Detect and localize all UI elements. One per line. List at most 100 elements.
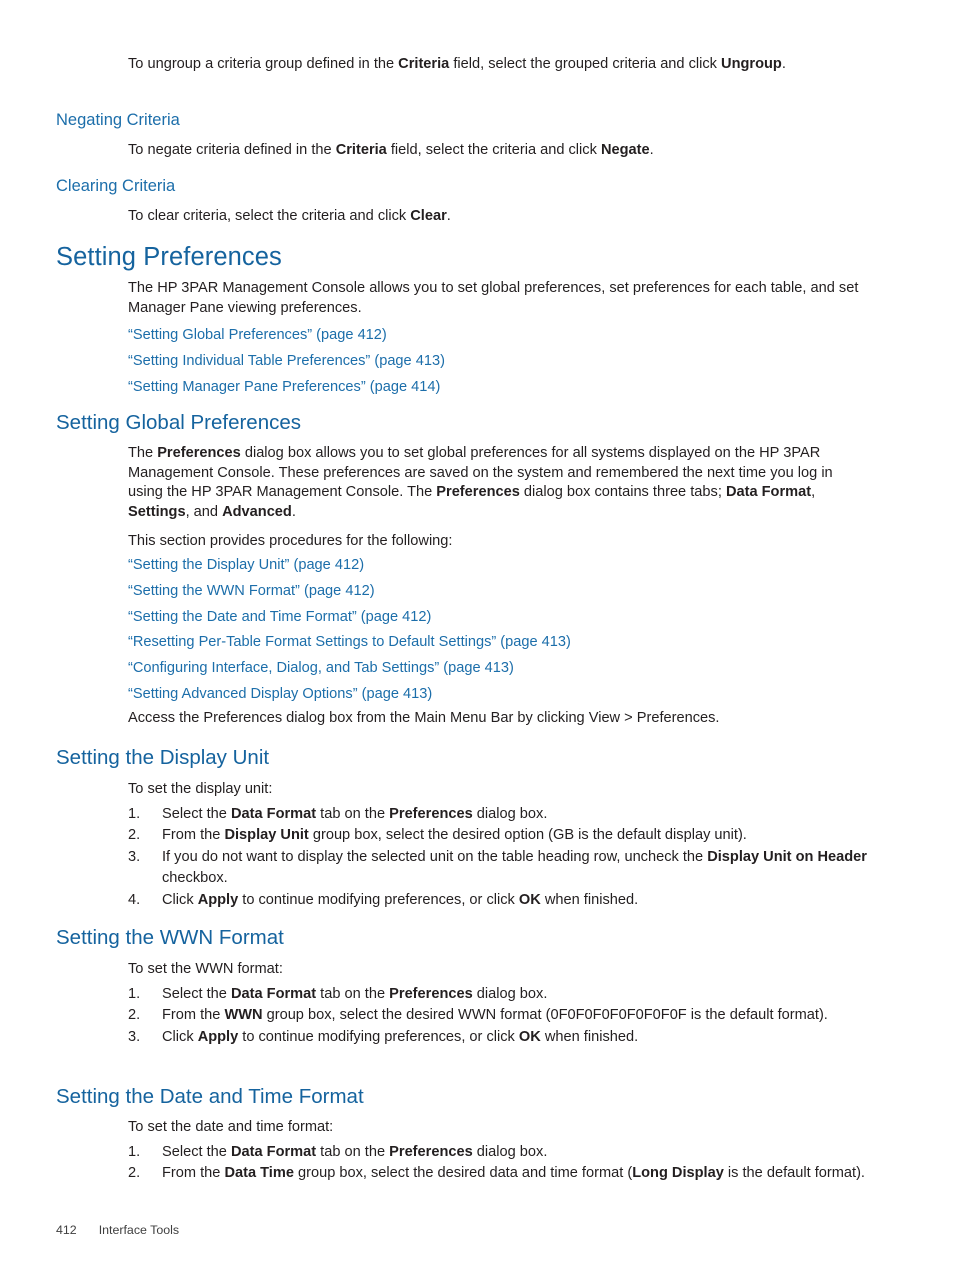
setting-wwn-format-body: To set the WWN format: 1. Select the Data…	[128, 960, 870, 1048]
setting-display-unit-body: To set the display unit: 1. Select the Da…	[128, 780, 870, 911]
step-text-a: Click	[162, 891, 198, 908]
date-time-format-steps: 1. Select the Data Format tab on the Pref…	[128, 1142, 870, 1185]
ungroup-text-3: .	[781, 56, 786, 72]
gp-text-e: ,	[811, 484, 816, 500]
data-format-bold: Data Format	[725, 484, 812, 500]
setting-wwn-format-heading-block: Setting the WWN Format	[56, 925, 870, 950]
setting-preferences-heading-block: Setting Preferences	[56, 242, 870, 272]
step-number: 2.	[128, 1007, 141, 1024]
preferences-bold-1: Preferences	[157, 445, 241, 461]
heading-setting-the-wwn-format: Setting the WWN Format	[56, 926, 284, 949]
xref-setting-individual-table-preferences[interactable]: “Setting Individual Table Preferences” (…	[128, 349, 870, 375]
preferences-bold-2: Preferences	[436, 484, 520, 500]
step-number: 3.	[128, 1028, 141, 1045]
step-text-a: From the	[162, 1165, 225, 1182]
footer-page-number: 412	[56, 1223, 77, 1237]
wwn-format-lead: To set the WWN format:	[128, 961, 283, 977]
step-number: 4.	[128, 891, 141, 908]
xref-resetting-per-table-format-settings[interactable]: “Resetting Per-Table Format Settings to …	[128, 630, 870, 656]
step-bold-2: OK	[518, 891, 541, 908]
list-item: 1. Select the Data Format tab on the Pref…	[128, 1142, 870, 1164]
step-bold-1: Data Format	[230, 985, 317, 1002]
negating-criteria-heading-block: Negating Criteria	[56, 110, 870, 131]
step-text-c: to continue modifying preferences, or cl…	[238, 891, 519, 908]
footer-chapter-title: Interface Tools	[98, 1223, 180, 1237]
step-bold-2: Preferences	[389, 1143, 473, 1160]
setting-global-preferences-body: The Preferences dialog box allows you to…	[128, 444, 870, 552]
step-text-a: Select the	[162, 985, 231, 1002]
list-item: 3. Click Apply to continue modifying pref…	[128, 1027, 870, 1049]
step-text-c: group box, select the desired option (GB…	[308, 827, 747, 844]
step-bold-1: Data Format	[230, 805, 317, 822]
step-text-d: is the default format).	[723, 1165, 865, 1182]
heading-setting-preferences: Setting Preferences	[56, 243, 282, 271]
xref-setting-wwn-format[interactable]: “Setting the WWN Format” (page 412)	[128, 579, 870, 605]
step-text-d: dialog box.	[472, 805, 548, 822]
access-preferences-paragraph: Access the Preferences dialog box from t…	[128, 710, 720, 726]
global-preferences-paragraph: The Preferences dialog box allows you to…	[128, 444, 870, 522]
wwn-format-steps: 1. Select the Data Format tab on the Pref…	[128, 984, 870, 1049]
heading-setting-the-date-and-time-format: Setting the Date and Time Format	[56, 1085, 364, 1108]
step-number: 1.	[128, 985, 141, 1002]
list-item: 1. Select the Data Format tab on the Pref…	[128, 804, 870, 826]
clearing-text-2: .	[446, 208, 451, 224]
clearing-criteria-body: To clear criteria, select the criteria a…	[128, 207, 870, 227]
setting-preferences-links: “Setting Global Preferences” (page 412) …	[128, 323, 870, 400]
step-text-a: Select the	[162, 805, 231, 822]
global-preferences-procedures-lead: This section provides procedures for the…	[128, 533, 453, 549]
advanced-bold: Advanced	[222, 503, 292, 520]
step-bold-1: Display Unit	[224, 827, 309, 844]
heading-clearing-criteria: Clearing Criteria	[56, 177, 176, 195]
setting-display-unit-heading-block: Setting the Display Unit	[56, 745, 870, 770]
gp-text-a: The	[128, 445, 158, 461]
xref-setting-advanced-display-options[interactable]: “Setting Advanced Display Options” (page…	[128, 682, 870, 708]
setting-global-preferences-access: Access the Preferences dialog box from t…	[128, 709, 870, 729]
date-time-format-lead: To set the date and time format:	[128, 1119, 334, 1135]
display-unit-lead: To set the display unit:	[128, 781, 273, 797]
step-text-a: From the	[162, 827, 225, 844]
setting-global-preferences-heading-block: Setting Global Preferences	[56, 410, 870, 435]
xref-setting-global-preferences[interactable]: “Setting Global Preferences” (page 412)	[128, 323, 870, 349]
heading-setting-the-display-unit: Setting the Display Unit	[56, 746, 270, 769]
list-item: 2. From the Display Unit group box, selec…	[128, 825, 870, 847]
xref-setting-date-time-format[interactable]: “Setting the Date and Time Format” (page…	[128, 605, 870, 631]
ungroup-paragraph-block: To ungroup a criteria group defined in t…	[128, 55, 870, 75]
xref-configuring-interface-dialog-tab-settings[interactable]: “Configuring Interface, Dialog, and Tab …	[128, 656, 870, 682]
step-bold-2: Preferences	[389, 985, 473, 1002]
xref-setting-manager-pane-preferences[interactable]: “Setting Manager Pane Preferences” (page…	[128, 375, 870, 401]
step-text-c: to continue modifying preferences, or cl…	[238, 1028, 519, 1045]
negating-criteria-body: To negate criteria defined in the Criter…	[128, 141, 870, 161]
step-text-a: Click	[162, 1028, 198, 1045]
document-page: To ungroup a criteria group defined in t…	[0, 0, 954, 1271]
criteria-bold-1: Criteria	[398, 56, 450, 72]
step-bold-1: Display Unit on Header	[707, 848, 867, 865]
clear-bold: Clear	[410, 208, 447, 224]
step-text-c: group box, select the desired WWN format…	[262, 1007, 828, 1024]
gp-text-d: dialog box contains three tabs;	[519, 484, 726, 500]
setting-date-time-format-body: To set the date and time format: 1. Selec…	[128, 1118, 870, 1185]
step-text-d: dialog box.	[472, 1143, 548, 1160]
step-text-d: dialog box.	[472, 985, 548, 1002]
settings-bold: Settings	[128, 503, 186, 520]
ungroup-paragraph: To ungroup a criteria group defined in t…	[128, 55, 870, 75]
list-item: 3. If you do not want to display the sele…	[128, 847, 870, 890]
step-text-c: group box, select the desired data and t…	[293, 1165, 633, 1182]
negate-bold: Negate	[600, 142, 650, 158]
list-item: 4. Click Apply to continue modifying pref…	[128, 890, 870, 912]
display-unit-steps: 1. Select the Data Format tab on the Pref…	[128, 804, 870, 912]
step-bold-1: Data Time	[224, 1165, 294, 1182]
ungroup-bold: Ungroup	[721, 56, 782, 72]
step-number: 1.	[128, 1143, 141, 1160]
step-number: 3.	[128, 848, 141, 865]
list-item: 2. From the WWN group box, select the des…	[128, 1005, 870, 1027]
gp-text-f: , and	[185, 503, 223, 520]
step-text-d: when finished.	[540, 1028, 639, 1045]
xref-setting-display-unit[interactable]: “Setting the Display Unit” (page 412)	[128, 553, 870, 579]
step-bold-2: OK	[518, 1028, 541, 1045]
step-bold-1: Apply	[197, 1028, 239, 1045]
step-text-c: tab on the	[316, 985, 390, 1002]
gp-text-g: .	[291, 503, 296, 520]
step-text-a: From the	[162, 1007, 225, 1024]
clearing-criteria-paragraph: To clear criteria, select the criteria a…	[128, 207, 870, 227]
list-item: 1. Select the Data Format tab on the Pref…	[128, 984, 870, 1006]
